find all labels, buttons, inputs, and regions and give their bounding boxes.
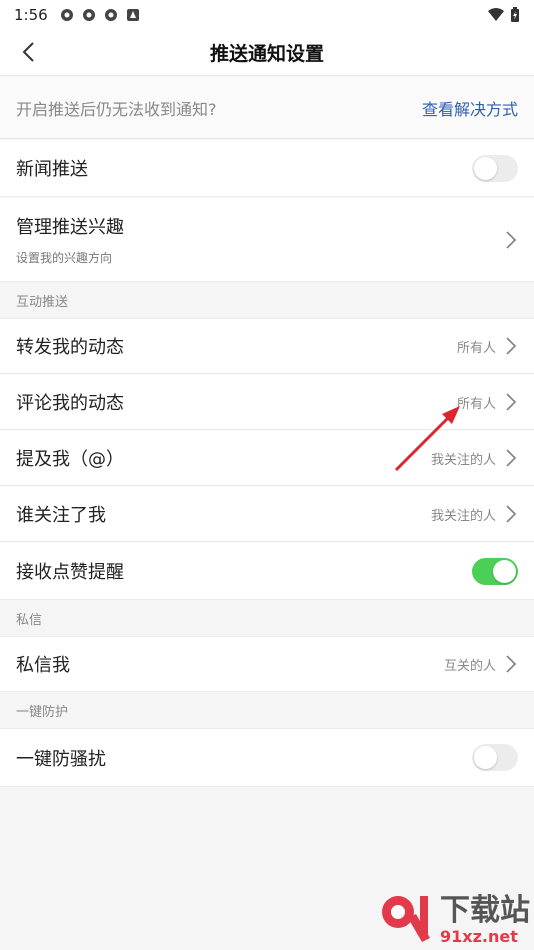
repost-label: 转发我的动态 [16,337,124,358]
app-header: 推送通知设置 [0,30,534,76]
section-protect-header: 一键防护 [0,693,534,729]
watermark-cn: 下载站 [440,893,530,928]
mention-label: 提及我（@） [16,449,124,470]
app-notification-icon [126,9,139,21]
comment-label: 评论我的动态 [16,393,124,414]
app-notification-icon [60,9,73,21]
repost-row[interactable]: 转发我的动态 所有人 [0,319,534,374]
news-push-toggle[interactable] [472,154,518,182]
chevron-left-icon [22,42,34,62]
manage-interests-row[interactable]: 管理推送兴趣 设置我的兴趣方向 [0,198,534,282]
battery-icon [511,7,519,22]
watermark-logo-icon [382,896,430,942]
page-title: 推送通知设置 [209,43,324,65]
status-time: 1:56 [14,6,48,24]
likes-toggle[interactable] [472,557,518,585]
toggle-knob [474,156,497,180]
push-help-row: 开启推送后仍无法收到通知? 查看解决方式 [0,77,534,139]
manage-interests-text: 管理推送兴趣 设置我的兴趣方向 [16,213,124,266]
status-right [488,7,520,23]
view-solution-link[interactable]: 查看解决方式 [422,96,518,120]
section-dm-header: 私信 [0,601,534,637]
watermark-text: 下载站 91xz.net [440,894,530,946]
wifi-icon [488,8,504,21]
anti-harassment-toggle[interactable] [472,744,518,771]
app-notification-icon [82,9,95,21]
dm-row[interactable]: 私信我 互关的人 [0,637,534,692]
repost-value: 所有人 [456,340,496,356]
manage-interests-label: 管理推送兴趣 [16,217,124,238]
likes-label: 接收点赞提醒 [16,562,124,583]
dm-value: 互关的人 [443,658,496,674]
chevron-right-icon [506,505,517,523]
watermark: 下载站 91xz.net [378,888,530,946]
news-push-row: 新闻推送 [0,140,534,197]
annotation-arrow [394,406,460,472]
followers-label: 谁关注了我 [16,505,106,526]
followers-row[interactable]: 谁关注了我 我关注的人 [0,487,534,542]
likes-row: 接收点赞提醒 [0,543,534,600]
chevron-right-icon [506,393,517,411]
followers-value: 我关注的人 [430,508,496,524]
anti-harassment-label: 一键防骚扰 [16,748,106,770]
news-push-label: 新闻推送 [16,159,88,180]
section-interact-header: 互动推送 [0,283,534,319]
chevron-right-icon [506,655,517,673]
dm-label: 私信我 [16,655,70,676]
manage-interests-sub: 设置我的兴趣方向 [16,251,113,265]
watermark-en: 91xz.net [440,927,518,946]
chevron-right-icon [506,449,517,467]
status-bar: 1:56 [0,0,534,30]
chevron-right-icon [506,337,517,355]
chevron-right-icon [506,230,517,249]
back-button[interactable] [14,38,42,66]
toggle-knob [474,746,497,769]
app-notification-icon [104,9,117,21]
toggle-knob [493,559,516,583]
push-help-text: 开启推送后仍无法收到通知? [16,99,217,119]
anti-harassment-row: 一键防骚扰 [0,729,534,787]
